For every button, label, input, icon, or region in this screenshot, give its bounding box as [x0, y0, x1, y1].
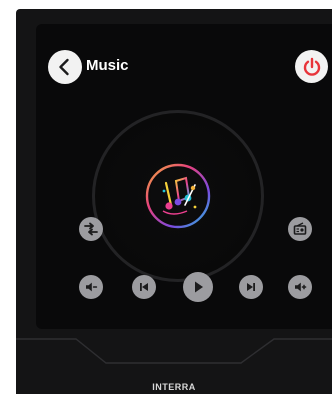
volume-up-icon — [295, 282, 307, 292]
page-title: Music — [86, 57, 129, 74]
radio-button[interactable] — [288, 217, 312, 241]
play-button[interactable] — [183, 272, 213, 302]
volume-down-icon — [86, 282, 98, 292]
control-panel-device: Music INTERRA — [16, 9, 332, 394]
next-track-button[interactable] — [239, 275, 263, 299]
power-icon — [303, 57, 320, 76]
shuffle-button[interactable] — [79, 217, 103, 241]
previous-track-icon — [140, 283, 148, 291]
album-artwork — [143, 161, 213, 231]
power-button[interactable] — [295, 50, 328, 83]
shuffle-icon — [84, 222, 98, 236]
volume-up-button[interactable] — [288, 275, 312, 299]
chevron-left-icon — [59, 58, 69, 76]
next-track-icon — [247, 283, 255, 291]
play-icon — [195, 281, 203, 293]
device-bezel: INTERRA — [16, 329, 332, 394]
back-button[interactable] — [48, 50, 82, 84]
radio-icon — [293, 222, 307, 235]
volume-down-button[interactable] — [79, 275, 103, 299]
music-notes-icon — [145, 163, 211, 229]
previous-track-button[interactable] — [132, 275, 156, 299]
album-disc — [92, 110, 264, 282]
brand-logo: INTERRA — [152, 382, 196, 392]
touch-screen: Music — [36, 24, 332, 329]
